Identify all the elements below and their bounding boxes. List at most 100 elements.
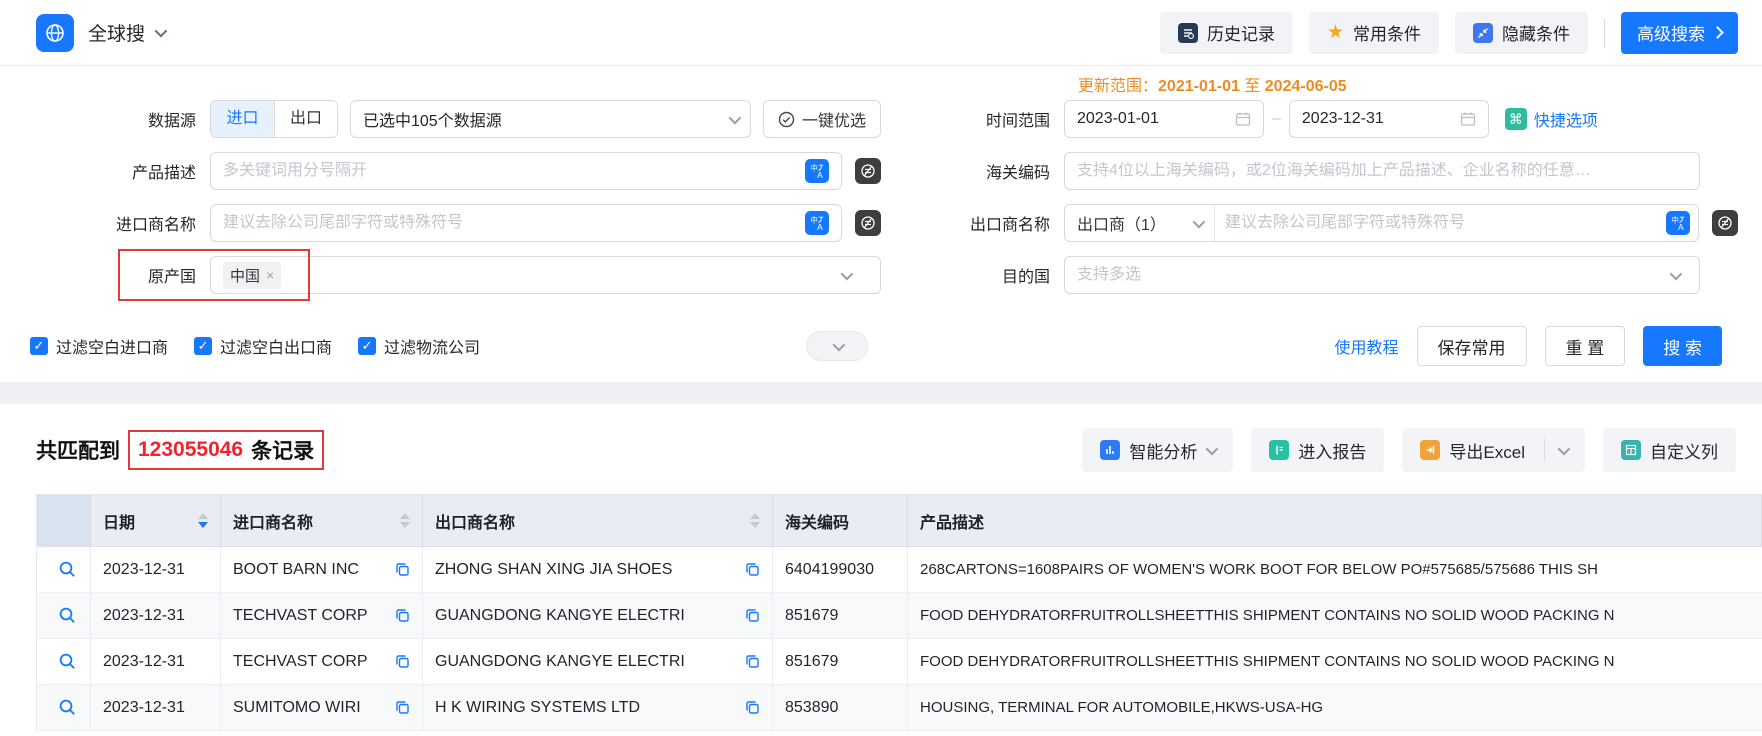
filter-blank-exporter-label: 过滤空白出口商: [220, 340, 333, 357]
globe-logo-icon: [36, 13, 74, 52]
export-excel-button[interactable]: 导出Excel: [1402, 428, 1585, 472]
search-form: 数据源 进口 出口 已选中105个数据源 一键优选 产品描述 多关键词用分号隔开…: [0, 66, 1762, 382]
match-suffix: 条记录: [251, 440, 315, 463]
hs-code-input-box: [1064, 152, 1700, 190]
product-desc-input[interactable]: [223, 162, 797, 180]
copy-icon[interactable]: [737, 562, 760, 577]
remove-tag-icon[interactable]: ×: [266, 267, 274, 283]
product-desc-label: 产品描述: [131, 165, 196, 182]
importer-input-box: 中A: [210, 204, 842, 242]
header-product-desc: 产品描述: [908, 495, 1762, 546]
favorites-button[interactable]: ★ 常用条件: [1308, 11, 1439, 54]
collapse-form-button[interactable]: [806, 331, 869, 361]
section-divider-band: [0, 382, 1762, 404]
favorites-label: 常用条件: [1353, 25, 1421, 44]
exclude-exporter-icon[interactable]: [1712, 210, 1738, 236]
save-favorite-button[interactable]: 保存常用: [1416, 326, 1527, 366]
copy-icon[interactable]: [387, 608, 410, 623]
search-button[interactable]: 搜 索: [1643, 326, 1722, 366]
data-source-select[interactable]: 已选中105个数据源: [350, 100, 751, 138]
app-switch-chevron-down-icon[interactable]: [154, 24, 168, 38]
start-date-picker[interactable]: 2023-01-01: [1064, 100, 1264, 138]
exclude-keywords-icon[interactable]: [855, 158, 881, 184]
chevron-down-icon: [832, 338, 845, 351]
quick-options-link[interactable]: ⌘ 快捷选项: [1504, 107, 1598, 131]
table-row: 2023-12-31 BOOT BARN INC ZHONG SHAN XING…: [37, 547, 1762, 593]
date-cell: 2023-12-31: [91, 639, 221, 684]
star-icon: ★: [1326, 22, 1344, 43]
product-desc-input-box: 中A: [210, 152, 842, 190]
row-search-icon[interactable]: [50, 606, 77, 625]
copy-icon[interactable]: [737, 608, 760, 623]
destination-select[interactable]: [1064, 256, 1700, 294]
translate-icon[interactable]: 中A: [805, 211, 829, 235]
exclude-importer-icon[interactable]: [855, 210, 881, 236]
export-tab[interactable]: 出口: [274, 101, 337, 137]
import-tab[interactable]: 进口: [211, 101, 274, 137]
row-search-icon[interactable]: [50, 652, 77, 671]
hide-conditions-button[interactable]: 隐藏条件: [1455, 11, 1588, 54]
command-icon: ⌘: [1504, 108, 1527, 130]
enter-report-button[interactable]: 进入报告: [1251, 428, 1385, 472]
export-options-chevron-icon[interactable]: [1557, 442, 1571, 455]
importer-cell: BOOT BARN INC: [221, 547, 423, 592]
annotation-red-box-count: 123055046 条记录: [128, 430, 325, 470]
chevron-down-icon: [1205, 442, 1219, 455]
reset-button[interactable]: 重 置: [1544, 326, 1626, 366]
sort-importer-control[interactable]: [392, 513, 410, 528]
copy-icon[interactable]: [387, 562, 410, 577]
importer-input[interactable]: [223, 214, 797, 232]
hs-code-cell: 851679: [773, 593, 908, 638]
filter-blank-importer-checkbox[interactable]: ✓ 过滤空白进口商: [30, 334, 168, 358]
update-range-to: 至: [1244, 78, 1261, 95]
match-count: 123055046: [138, 438, 244, 461]
update-range-line: 更新范围：2021-01-01 至 2024-06-05: [1078, 72, 1347, 96]
time-range-row: 时间范围 2023-01-01 – 2023-12-31 ⌘ 快捷选项: [881, 100, 1738, 138]
origin-country-label: 原产国: [147, 269, 196, 286]
results-section: 共匹配到 123055046 条记录 智能分析 进入报告 导出Excel 自定义…: [0, 404, 1762, 731]
detail-cell: [37, 593, 91, 638]
copy-icon[interactable]: [387, 654, 410, 669]
smart-analysis-button[interactable]: 智能分析: [1082, 428, 1234, 472]
origin-country-select[interactable]: 中国 ×: [210, 256, 881, 294]
custom-columns-button[interactable]: 自定义列: [1603, 428, 1736, 472]
start-date-value: 2023-01-01: [1077, 110, 1159, 127]
advanced-search-button[interactable]: 高级搜索: [1621, 11, 1738, 54]
exporter-input[interactable]: [1215, 214, 1658, 232]
chevron-down-icon: [840, 267, 854, 280]
trade-direction-toggle: 进口 出口: [210, 100, 338, 138]
exporter-type-value: 出口商（1）: [1077, 217, 1166, 234]
header-exporter-label: 出口商名称: [435, 514, 516, 532]
filter-blank-exporter-checkbox[interactable]: ✓ 过滤空白出口商: [194, 334, 332, 358]
hs-code-input[interactable]: [1077, 162, 1687, 180]
header-importer: 进口商名称: [221, 495, 423, 546]
header-hs-label: 海关编码: [785, 514, 850, 532]
row-search-icon[interactable]: [50, 698, 77, 717]
chevron-down-icon: [728, 111, 742, 124]
history-icon: [1177, 22, 1198, 43]
importer-cell: TECHVAST CORP: [221, 639, 423, 684]
copy-icon[interactable]: [737, 654, 760, 669]
header-detail-column: [37, 495, 91, 546]
hs-code-cell: 851679: [773, 639, 908, 684]
export-file-icon: [1420, 440, 1441, 460]
copy-icon[interactable]: [387, 700, 410, 715]
history-button[interactable]: 历史记录: [1159, 11, 1293, 54]
sort-exporter-control[interactable]: [742, 513, 760, 528]
copy-icon[interactable]: [737, 700, 760, 715]
hs-code-cell: 853890: [773, 685, 908, 730]
translate-icon[interactable]: 中A: [805, 159, 829, 183]
one-click-optimize-button[interactable]: 一键优选: [762, 100, 881, 138]
filter-blank-importer-label: 过滤空白进口商: [56, 340, 169, 357]
end-date-picker[interactable]: 2023-12-31: [1288, 100, 1489, 138]
tutorial-link[interactable]: 使用教程: [1335, 334, 1399, 358]
row-search-icon[interactable]: [50, 560, 77, 579]
sort-date-control[interactable]: [190, 513, 208, 528]
translate-icon[interactable]: 中A: [1666, 211, 1690, 235]
destination-input[interactable]: [1077, 266, 1670, 284]
destination-label: 目的国: [1001, 269, 1050, 286]
origin-country-row: 原产国 中国 ×: [30, 249, 881, 301]
filter-logistics-checkbox[interactable]: ✓ 过滤物流公司: [358, 334, 480, 358]
form-right-column: 更新范围：2021-01-01 至 2024-06-05 时间范围 2023-0…: [881, 78, 1738, 308]
exporter-type-select[interactable]: 出口商（1）: [1065, 205, 1215, 241]
